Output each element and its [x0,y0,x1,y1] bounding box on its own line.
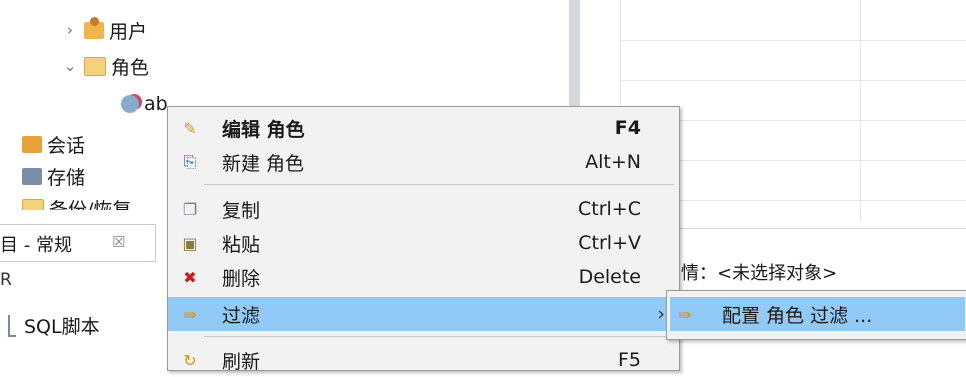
filter-icon: ⇛ [183,304,197,324]
menu-item-label: 过滤 [222,304,261,327]
tree-item-sessions[interactable]: 会话 [22,130,85,158]
tree-item-label: 会话 [47,134,86,157]
menu-separator [204,184,674,185]
storage-icon [22,167,42,185]
details-label: 详情：<未选择对象> [663,263,838,284]
tree-item-label: 用户 [109,20,148,43]
menu-item-filter[interactable]: ⇛ 过滤 › [168,297,679,331]
panel-row-label: R [0,270,12,290]
edit-icon: ✎ [183,118,197,138]
menu-item-refresh[interactable]: ↻ 刷新 F5 [168,343,679,377]
menu-item-label: 刷新 [222,350,261,373]
menu-item-label: 新建 角色 [222,152,305,175]
users-icon [84,16,104,39]
tree-item-backup[interactable]: 备份/恢复 [22,194,131,210]
menu-item-label: 编辑 角色 [222,118,305,141]
chevron-right-icon: › [657,303,665,325]
menu-separator [204,336,674,337]
tree-item-roles[interactable]: ⌄ 角色 [62,52,149,80]
menu-item-shortcut: Ctrl+V [578,232,641,254]
grid-line [620,80,966,81]
paste-icon: ▣ [182,233,198,253]
filter-icon: ⇛ [678,304,692,324]
script-icon [8,314,16,337]
menu-item-label: 删除 [222,267,261,290]
menu-item-label: 配置 角色 过滤 ... [722,304,873,327]
filter-submenu: ⇛ 配置 角色 过滤 ... [666,290,966,340]
menu-item-copy[interactable]: ❐ 复制 Ctrl+C [168,192,679,226]
menu-item-edit-role[interactable]: ✎ 编辑 角色 F4 [168,111,679,145]
menu-item-label: 粘贴 [222,233,261,256]
tree-item-label: ab [144,93,168,115]
copy-icon: ❐ [182,199,198,219]
new-icon: ⎘ [183,152,197,171]
menu-item-paste[interactable]: ▣ 粘贴 Ctrl+V [168,226,679,260]
tree-item-label: 角色 [111,56,150,79]
tree-item-label: 备份/恢复 [49,198,132,211]
menu-item-configure-role-filter[interactable]: ⇛ 配置 角色 过滤 ... [670,297,965,331]
folder-icon [84,56,106,76]
menu-item-shortcut: Delete [578,266,641,288]
menu-item-delete[interactable]: ✖ 删除 Delete [168,260,679,294]
grid-line [860,0,861,222]
chevron-right-icon[interactable]: › [62,21,78,39]
menu-item-new-role[interactable]: ⎘ 新建 角色 Alt+N [168,145,679,179]
tree-item-users[interactable]: › 用户 [62,16,147,44]
tree-item-label: 存储 [47,166,86,189]
delete-icon: ✖ [183,267,197,287]
tree-item-role-ab[interactable]: ab [121,90,168,118]
tab-general[interactable]: 目 - 常规 ☒ [0,224,156,262]
menu-item-shortcut: F4 [614,117,641,139]
sql-script-item[interactable]: SQL脚本 [8,312,100,339]
role-icon [121,95,139,113]
close-icon[interactable]: ☒ [112,233,125,251]
session-icon [22,135,42,153]
tab-label: 目 - 常规 [0,235,72,256]
menu-item-label: 复制 [222,199,261,222]
menu-item-shortcut: Ctrl+C [578,198,641,220]
backup-icon [22,198,44,210]
menu-item-shortcut: F5 [617,349,641,371]
sql-script-label: SQL脚本 [24,316,100,338]
context-menu: ✎ 编辑 角色 F4 ⎘ 新建 角色 Alt+N ❐ 复制 Ctrl+C ▣ 粘… [167,106,680,373]
tree-item-storage[interactable]: 存储 [22,162,85,190]
menu-item-shortcut: Alt+N [585,151,641,173]
refresh-icon: ↻ [183,350,197,370]
grid-line [620,40,966,41]
chevron-down-icon[interactable]: ⌄ [62,57,78,75]
